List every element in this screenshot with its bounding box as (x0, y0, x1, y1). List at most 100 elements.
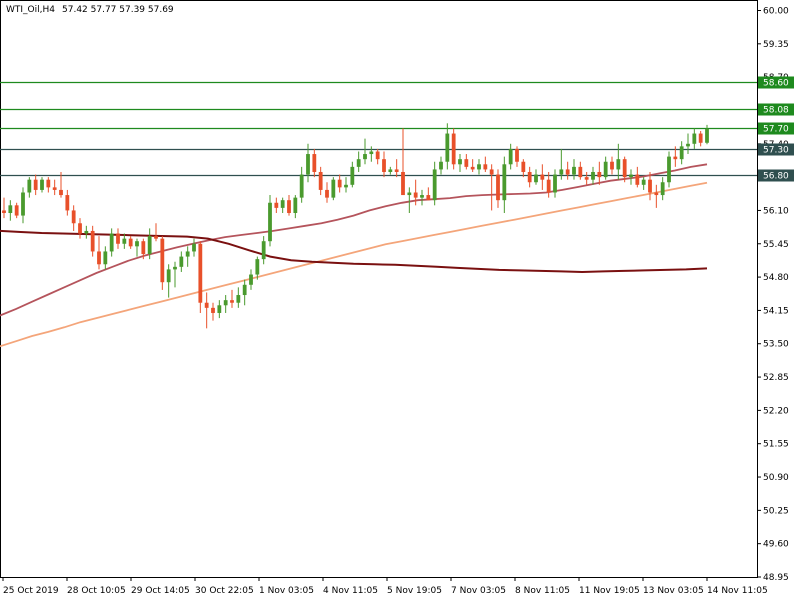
x-tick-label: 5 Nov 19:05 (387, 586, 442, 596)
candle-bull (534, 174, 538, 183)
candle-bull (147, 236, 152, 255)
candle-bear (521, 161, 526, 172)
candle-bull (255, 259, 260, 275)
y-tick-label: 60.00 (763, 7, 789, 17)
y-tick-label: 55.45 (763, 240, 789, 250)
y-tick-label: 56.10 (763, 206, 789, 216)
level-label: 57.70 (763, 125, 789, 135)
candle-bull (692, 133, 697, 144)
chart-window: 60.0059.3558.7058.0557.4056.7556.1055.45… (0, 0, 800, 600)
candle-bear (470, 166, 475, 170)
candle-bull (179, 256, 184, 267)
candle-bull (667, 156, 671, 183)
candle-bull (40, 179, 44, 190)
time-axis[interactable]: 25 Oct 2019 28 Oct 10:05 29 Oct 14:05 30 Oc… (2, 577, 768, 596)
candle-bear (540, 174, 545, 180)
candle-bull (369, 151, 374, 155)
x-tick-label: 8 Nov 11:05 (515, 586, 570, 596)
candle-bull (166, 269, 171, 283)
level-label: 56.80 (763, 172, 789, 182)
candle-bear (654, 192, 659, 196)
level-label: 57.30 (763, 146, 789, 156)
candle-bear (230, 300, 234, 303)
y-tick-label: 48.95 (763, 573, 789, 583)
candle-bull (432, 169, 437, 201)
candle-bull (84, 230, 89, 234)
level-label: 58.60 (763, 79, 789, 89)
candle-bull (21, 192, 25, 216)
candle-bear (515, 148, 519, 162)
candle-bear (33, 179, 38, 190)
candle-bear (673, 156, 678, 160)
candle-bull (217, 305, 222, 313)
candle-bear (337, 179, 342, 188)
candle-bear (90, 230, 95, 252)
y-tick-label: 51.55 (763, 440, 789, 450)
candle-bull (185, 251, 190, 257)
candle-bear (489, 169, 494, 175)
plot-frame (0, 0, 758, 578)
candle-bear (14, 205, 19, 216)
candle-bear (622, 159, 627, 178)
candle-bull (641, 179, 646, 185)
candle-bull (616, 159, 621, 170)
candle-bull (502, 164, 507, 201)
candle-bear (116, 233, 120, 244)
candle-bear (527, 171, 532, 183)
candle-bull (331, 179, 336, 198)
candle-bull (629, 174, 633, 178)
candle-bear (325, 189, 329, 198)
x-tick-label: 4 Nov 11:05 (323, 586, 378, 596)
candle-bull (242, 284, 247, 296)
x-tick-label: 7 Nov 03:05 (451, 586, 506, 596)
x-tick-label: 30 Oct 22:05 (195, 586, 254, 596)
candle-bear (198, 243, 203, 303)
candle-bear (698, 133, 703, 143)
candle-bear (375, 151, 380, 160)
candle-bull (299, 174, 304, 198)
candle-bear (59, 189, 63, 196)
y-tick-label: 59.35 (763, 40, 789, 50)
candle-bull (445, 133, 450, 162)
price-axis[interactable]: 60.0059.3558.7058.0557.4056.7556.1055.45… (757, 7, 789, 584)
candle-bull (249, 274, 253, 285)
candle-bear (413, 192, 418, 198)
candle-bull (559, 169, 564, 175)
candle-bull (356, 159, 361, 167)
x-tick-label: 11 Nov 19:05 (579, 586, 640, 596)
candle-bear (71, 210, 76, 224)
candle-bull (679, 146, 684, 160)
candle-bull (173, 266, 177, 270)
candle-bear (46, 179, 51, 188)
candle-bear (287, 200, 291, 214)
candle-bear (274, 202, 279, 208)
candle-bear (141, 241, 146, 255)
level-labels: 58.60 58.08 57.70 57.30 56.80 (758, 76, 794, 182)
candle-bear (584, 177, 589, 180)
candle-bull (236, 295, 241, 303)
candle-bear (97, 251, 101, 265)
chart-header: WTI_Oil,H4 57.42 57.77 57.39 57.69 (6, 5, 174, 15)
price-chart[interactable]: 60.0059.3558.7058.0557.4056.7556.1055.45… (0, 0, 800, 600)
candle-bear (648, 179, 652, 193)
candle-bear (154, 236, 158, 239)
candle-bear (52, 187, 57, 190)
candle-bear (451, 133, 456, 165)
candle-bull (572, 166, 576, 175)
candle-bear (496, 174, 500, 201)
candle-bull (192, 243, 196, 252)
candle-bull (477, 164, 481, 170)
candle-bear (312, 154, 317, 172)
candle-bull (363, 154, 367, 160)
candle-bear (204, 302, 209, 308)
candle-bear (2, 210, 6, 214)
x-tick-label: 13 Nov 03:05 (643, 586, 704, 596)
candle-bear (597, 171, 602, 178)
candle-bull (388, 169, 393, 172)
symbol-label: WTI_Oil,H4 (6, 5, 55, 15)
candle-bull (439, 161, 443, 170)
candle-bear (160, 238, 165, 283)
candle-bull (350, 166, 355, 185)
candle-bear (546, 179, 551, 193)
candle-bull (553, 174, 557, 193)
